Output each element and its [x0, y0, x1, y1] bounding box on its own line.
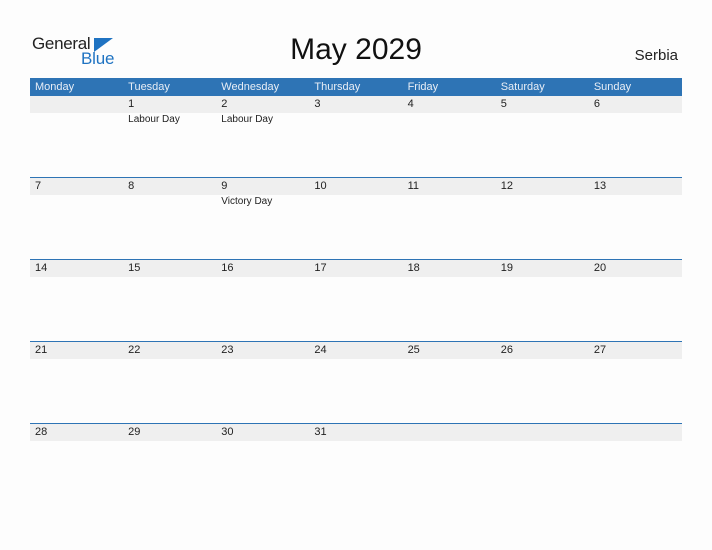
holiday-label — [496, 277, 589, 278]
holiday-label — [496, 359, 589, 360]
holiday-label — [30, 195, 123, 207]
holiday-label: Labour Day — [128, 114, 180, 125]
day-number: 4 — [407, 98, 414, 110]
holiday-label — [216, 441, 309, 442]
day-number: 7 — [35, 180, 42, 192]
date-strip: 14 15 16 17 18 19 20 — [30, 260, 682, 277]
day-number: 6 — [593, 98, 600, 110]
date-strip: 7 8 9 10 11 12 13 — [30, 178, 682, 195]
holiday-label — [496, 441, 589, 442]
holiday-label — [123, 195, 216, 207]
date-strip: 1 2 3 4 5 6 — [30, 96, 682, 113]
day-number — [589, 424, 682, 441]
week-row: 28 29 30 31 — [30, 423, 682, 505]
weekday-monday: Monday — [35, 81, 75, 93]
weekday-friday: Friday — [407, 81, 439, 93]
holiday-label — [309, 277, 402, 278]
day-number: 5 — [500, 98, 507, 110]
day-number: 11 — [407, 180, 419, 192]
holiday-label: Victory Day — [221, 196, 273, 207]
date-strip: 21 22 23 24 25 26 27 — [30, 342, 682, 359]
holiday-label — [30, 113, 123, 125]
holiday-label — [403, 195, 496, 207]
day-number: 29 — [128, 426, 141, 438]
week-row: 21 22 23 24 25 26 27 — [30, 341, 682, 423]
holiday-label — [403, 359, 496, 360]
holiday-label — [589, 113, 682, 125]
day-number: 26 — [500, 344, 513, 356]
holiday-label — [30, 441, 123, 442]
week-row: 1 2 3 4 5 6 Labour Day Labour Day — [30, 96, 682, 177]
holiday-label — [589, 195, 682, 207]
day-number: 23 — [221, 344, 234, 356]
holiday-label — [123, 277, 216, 278]
calendar-grid: Monday Tuesday Wednesday Thursday Friday Satu… — [30, 78, 682, 505]
day-number: 16 — [221, 262, 234, 274]
day-number: 31 — [314, 426, 327, 438]
holiday-label — [216, 277, 309, 278]
holiday-label — [30, 359, 123, 360]
events-row: Labour Day Labour Day — [30, 113, 682, 125]
day-number: 21 — [35, 344, 48, 356]
day-number: 20 — [593, 262, 607, 274]
day-number: 28 — [35, 426, 48, 438]
holiday-label — [309, 113, 402, 125]
weekday-header: Monday Tuesday Wednesday Thursday Friday Satu… — [30, 78, 682, 96]
day-number: 9 — [221, 180, 228, 192]
weekday-thursday: Thursday — [314, 81, 361, 93]
holiday-label — [403, 277, 496, 278]
day-number: 17 — [314, 262, 327, 274]
day-number — [403, 424, 496, 441]
holiday-label — [309, 195, 402, 207]
events-row — [30, 359, 682, 360]
weekday-tuesday: Tuesday — [128, 81, 170, 93]
day-number: 30 — [221, 426, 234, 438]
holiday-label — [589, 359, 682, 360]
date-strip: 28 29 30 31 — [30, 424, 682, 441]
events-row — [30, 277, 682, 278]
week-row: 7 8 9 10 11 12 13 Victory Day — [30, 177, 682, 259]
holiday-label — [123, 359, 216, 360]
holiday-label — [496, 113, 589, 125]
day-number: 27 — [593, 344, 607, 356]
holiday-label — [403, 113, 496, 125]
week-row: 14 15 16 17 18 19 20 — [30, 259, 682, 341]
day-number — [30, 96, 123, 113]
day-number: 2 — [221, 98, 228, 110]
day-number: 3 — [314, 98, 321, 110]
weekday-saturday: Saturday — [500, 81, 545, 93]
holiday-label — [496, 195, 589, 207]
day-number: 10 — [314, 180, 327, 192]
day-number: 14 — [35, 262, 48, 274]
day-number: 19 — [500, 262, 513, 274]
holiday-label — [216, 359, 309, 360]
day-number: 13 — [593, 180, 607, 192]
holiday-label: Labour Day — [221, 114, 273, 125]
holiday-label — [30, 277, 123, 278]
holiday-label — [589, 441, 682, 442]
day-number: 15 — [128, 262, 141, 274]
events-row: Victory Day — [30, 195, 682, 207]
day-number: 22 — [128, 344, 141, 356]
holiday-label — [309, 441, 402, 442]
events-row — [30, 441, 682, 442]
day-number: 18 — [407, 262, 420, 274]
holiday-label — [123, 441, 216, 442]
weekday-sunday: Sunday — [593, 81, 632, 93]
page-title: May 2029 — [290, 33, 422, 66]
holiday-label — [589, 277, 682, 278]
day-number: 1 — [128, 98, 135, 110]
holiday-label — [403, 441, 496, 442]
country-label: Serbia — [634, 47, 678, 64]
day-number — [496, 424, 589, 441]
holiday-label — [309, 359, 402, 360]
day-number: 12 — [500, 180, 513, 192]
day-number: 24 — [314, 344, 327, 356]
day-number: 8 — [128, 180, 135, 192]
day-number: 25 — [407, 344, 420, 356]
weekday-wednesday: Wednesday — [221, 81, 280, 93]
